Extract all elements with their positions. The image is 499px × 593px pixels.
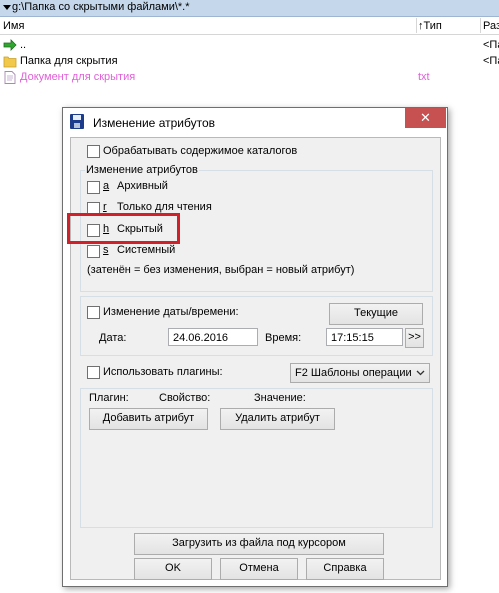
process-subdirs-label: Обрабатывать содержимое каталогов [103,145,298,157]
plugin-column-label: Плагин: [89,392,129,404]
time-label: Время: [265,332,302,344]
use-plugins-label: Использовать плагины: [103,366,223,378]
close-button[interactable]: ✕ [405,108,446,128]
current-path: g:\Папка со скрытыми файлами\*.* [12,1,190,13]
date-label: Дата: [99,332,127,344]
help-button[interactable]: Справка [306,558,384,580]
folder-icon [3,56,17,68]
chevron-down-icon [416,370,425,376]
add-attribute-button[interactable]: Добавить атрибут [89,408,208,430]
time-field[interactable]: 17:15:15 [326,328,403,346]
archive-checkbox[interactable] [87,181,100,194]
column-type[interactable]: ↑Тип [418,20,442,32]
dropdown-triangle-icon[interactable] [3,5,11,10]
column-divider[interactable] [416,18,417,33]
now-button[interactable]: Текущие [329,303,423,325]
change-attributes-dialog: Изменение атрибутов ✕ Обрабатывать содер… [62,107,448,587]
process-subdirs-checkbox[interactable] [87,145,100,158]
attributes-hint: (затенён = без изменения, выбран = новый… [87,264,355,276]
up-arrow-icon [3,39,17,51]
file-size: <Па [483,39,499,51]
dialog-titlebar[interactable]: Изменение атрибутов ✕ [63,108,447,137]
more-button[interactable]: >> [405,328,424,348]
date-field[interactable]: 24.06.2016 [168,328,258,346]
plugin-template-value: F2 Шаблоны операции [295,367,412,379]
column-name[interactable]: Имя [3,20,24,32]
column-divider[interactable] [480,18,481,33]
delete-attribute-button[interactable]: Удалить атрибут [220,408,335,430]
dialog-title: Изменение атрибутов [93,116,215,130]
file-size: <Па [483,55,499,67]
dialog-client-area: Обрабатывать содержимое каталогов Измене… [67,137,441,580]
cancel-button[interactable]: Отмена [220,558,298,580]
readonly-key: r [103,201,107,213]
ok-button[interactable]: OK [134,558,212,580]
archive-label: Архивный [117,180,168,192]
plugin-template-dropdown[interactable]: F2 Шаблоны операции [290,363,430,383]
file-name: Документ для скрытия [20,71,136,83]
attributes-group-title: Изменение атрибутов [85,164,199,176]
change-datetime-label: Изменение даты/времени: [103,306,239,318]
readonly-label: Только для чтения [117,201,212,213]
file-type: txt [418,71,430,83]
archive-key: a [103,180,110,192]
system-key: s [103,244,109,256]
path-bar[interactable]: g:\Папка со скрытыми файлами\*.* [0,0,499,17]
file-name: Папка для скрытия [20,55,118,67]
highlight-box [67,213,180,244]
system-label: Системный [117,244,176,256]
file-row[interactable]: Папка для скрытия <Па [0,53,499,70]
file-row[interactable]: .. <Па [0,37,499,54]
property-column-label: Свойство: [159,392,211,404]
load-from-file-button[interactable]: Загрузить из файла под курсором [134,533,384,555]
use-plugins-checkbox[interactable] [87,366,100,379]
floppy-disk-icon [70,114,84,129]
file-name: .. [20,39,27,51]
system-checkbox[interactable] [87,245,100,258]
change-datetime-checkbox[interactable] [87,306,100,319]
column-header: Имя ↑Тип Раз [0,17,499,35]
column-size[interactable]: Раз [483,20,499,32]
value-column-label: Значение: [254,392,306,404]
document-icon [4,71,16,84]
file-row[interactable]: Документ для скрытия txt [0,69,499,86]
